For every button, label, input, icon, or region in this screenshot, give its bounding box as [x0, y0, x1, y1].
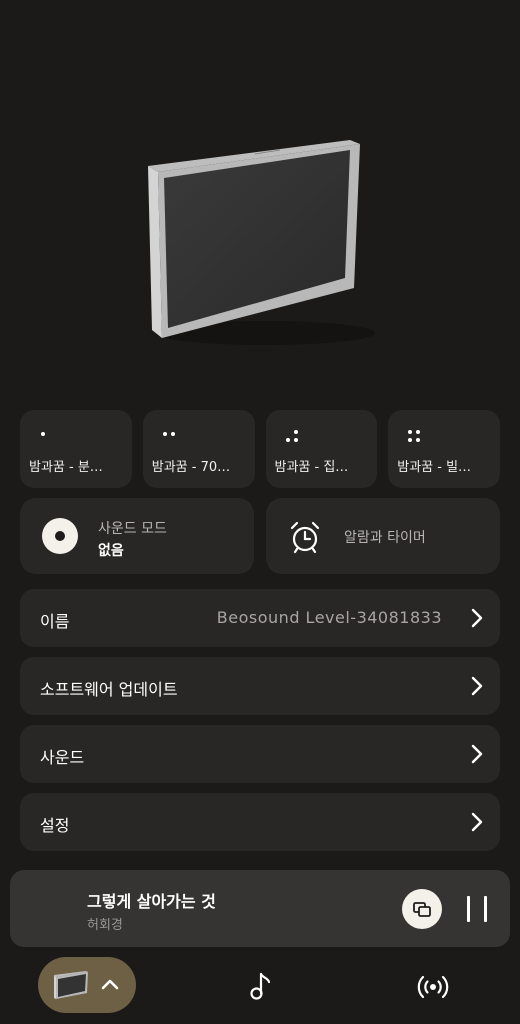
- speaker-image: [148, 140, 375, 345]
- cast-devices-icon: [413, 902, 431, 917]
- software-update-row[interactable]: 소프트웨어 업데이트: [20, 657, 500, 715]
- preset-dots-icon: [162, 430, 183, 446]
- sound-mode-value: 없음: [98, 543, 124, 559]
- pause-button[interactable]: [465, 896, 489, 922]
- software-update-label: 소프트웨어 업데이트: [40, 680, 178, 699]
- preset-dots-icon: [408, 430, 428, 446]
- chevron-right-icon: [471, 812, 483, 832]
- preset-button-4[interactable]: 밤과꿈 - 빌…: [388, 410, 500, 488]
- preset-label: 밤과꿈 - 빌…: [397, 460, 472, 475]
- preset-label: 밤과꿈 - 집…: [274, 460, 349, 475]
- device-hero: [0, 0, 520, 400]
- name-row[interactable]: 이름 Beosound Level-34081833: [20, 589, 500, 647]
- quick-cards: 사운드 모드 없음 알람과 타이머: [20, 498, 500, 574]
- device-selector-button[interactable]: [38, 957, 136, 1013]
- chevron-right-icon: [471, 744, 483, 764]
- chevron-right-icon: [471, 676, 483, 696]
- artist-name: 허회경: [87, 918, 123, 933]
- preset-list: 밤과꿈 - 분… 밤과꿈 - 70… 밤과꿈 - 집… 밤과꿈 - 빌…: [20, 410, 500, 488]
- sound-mode-card[interactable]: 사운드 모드 없음: [20, 498, 254, 574]
- speaker-thumbnail: [54, 971, 88, 999]
- bottom-navigation: [0, 947, 520, 1024]
- preset-label: 밤과꿈 - 분…: [29, 460, 103, 475]
- settings-label: 설정: [40, 816, 70, 835]
- pause-icon: [484, 896, 487, 922]
- device-name-value: Beosound Level-34081833: [216, 608, 442, 627]
- now-playing-bar[interactable]: 그렇게 살아가는 것 허회경: [10, 870, 510, 947]
- preset-button-1[interactable]: 밤과꿈 - 분…: [20, 410, 132, 488]
- preset-button-2[interactable]: 밤과꿈 - 70…: [142, 410, 255, 488]
- preset-label: 밤과꿈 - 70…: [151, 460, 231, 475]
- sound-label: 사운드: [40, 748, 85, 767]
- music-note-icon[interactable]: [248, 971, 272, 1001]
- chevron-right-icon: [471, 608, 483, 628]
- preset-button-3[interactable]: 밤과꿈 - 집…: [265, 410, 378, 488]
- preset-dots-icon: [285, 430, 306, 446]
- alarm-clock-icon: [290, 521, 320, 554]
- chevron-up-icon: [101, 979, 119, 990]
- sound-row[interactable]: 사운드: [20, 725, 500, 783]
- settings-row[interactable]: 설정: [20, 793, 500, 851]
- disc-icon: [42, 518, 78, 554]
- alarm-timer-label: 알람과 타이머: [344, 530, 426, 546]
- song-title: 그렇게 살아가는 것: [87, 892, 216, 911]
- broadcast-icon[interactable]: [417, 974, 449, 1000]
- preset-dots-icon: [40, 430, 60, 446]
- cast-button[interactable]: [402, 889, 442, 929]
- pause-icon: [467, 896, 470, 922]
- sound-mode-title: 사운드 모드: [98, 521, 167, 537]
- name-label: 이름: [40, 612, 70, 631]
- alarm-timer-card[interactable]: 알람과 타이머: [266, 498, 500, 574]
- device-menu: 이름 Beosound Level-34081833 소프트웨어 업데이트 사운…: [20, 589, 500, 861]
